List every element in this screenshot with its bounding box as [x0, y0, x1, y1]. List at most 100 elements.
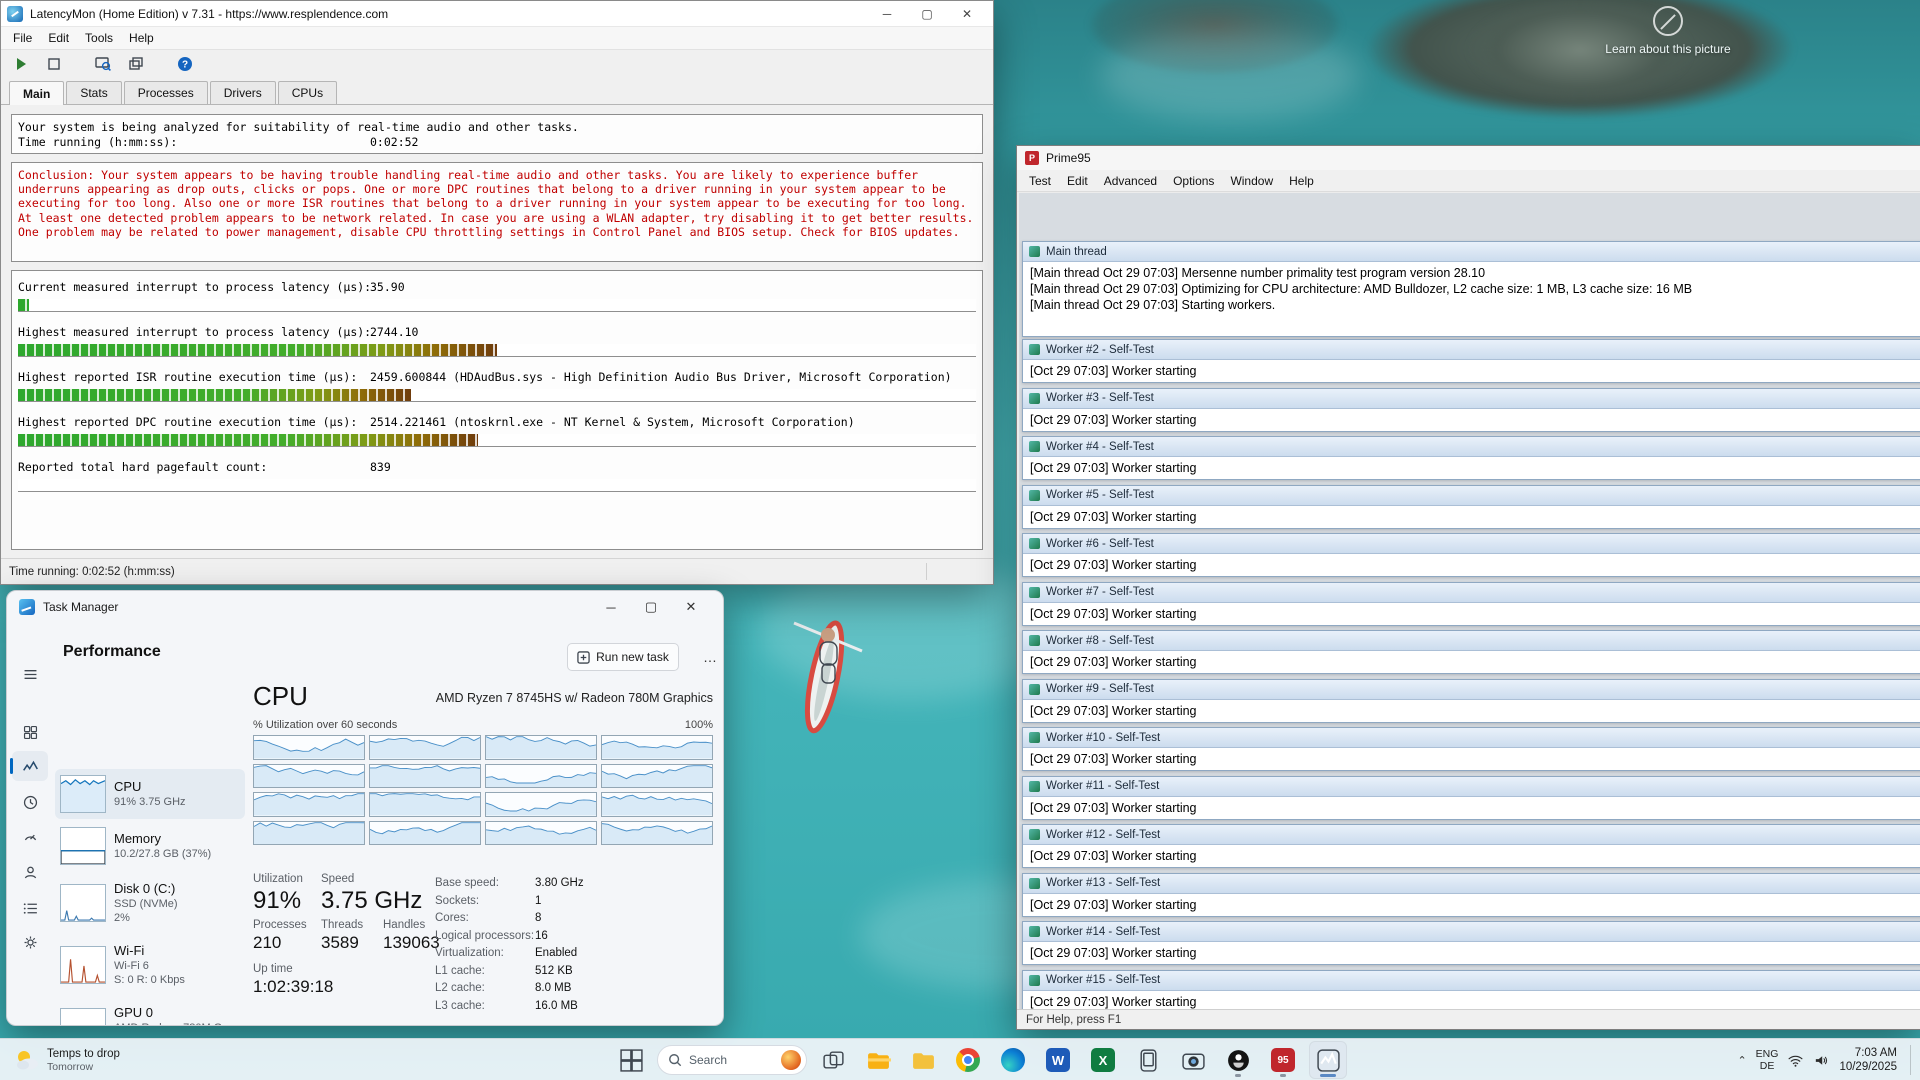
taskbar-app-camera[interactable] — [1174, 1041, 1212, 1079]
run-new-task-button[interactable]: Run new task — [567, 643, 679, 671]
child-titlebar[interactable]: Worker #14 - Self-Test — [1023, 922, 1920, 942]
sidebar-item-details[interactable] — [12, 893, 48, 923]
prime95-worker-window[interactable]: Worker #11 - Self-Test[Oct 29 07:03] Wor… — [1022, 776, 1920, 820]
menu-item-advanced[interactable]: Advanced — [1096, 171, 1165, 191]
copy-report-icon[interactable] — [126, 55, 146, 73]
sidebar-item-performance[interactable] — [12, 751, 48, 781]
menu-item-file[interactable]: File — [5, 28, 40, 48]
minimize-button[interactable]: ─ — [591, 591, 631, 623]
child-titlebar[interactable]: Worker #8 - Self-Test — [1023, 631, 1920, 651]
language-indicator[interactable]: ENG DE — [1756, 1048, 1779, 1072]
menu-item-test[interactable]: Test — [1021, 171, 1059, 191]
volume-icon[interactable] — [1813, 1052, 1830, 1069]
taskbar-app-word[interactable]: W — [1039, 1041, 1077, 1079]
analyze-icon[interactable] — [93, 55, 113, 73]
prime95-worker-window[interactable]: Worker #8 - Self-Test[Oct 29 07:03] Work… — [1022, 630, 1920, 674]
maximize-button[interactable]: ▢ — [907, 1, 947, 26]
child-titlebar[interactable]: Worker #10 - Self-Test — [1023, 728, 1920, 748]
prime95-worker-window[interactable]: Worker #4 - Self-Test[Oct 29 07:03] Work… — [1022, 436, 1920, 480]
tab-drivers[interactable]: Drivers — [210, 81, 276, 104]
prime95-worker-window[interactable]: Worker #6 - Self-Test[Oct 29 07:03] Work… — [1022, 533, 1920, 577]
latencymon-titlebar[interactable]: LatencyMon (Home Edition) v 7.31 - https… — [1, 1, 993, 27]
menu-item-edit[interactable]: Edit — [1059, 171, 1096, 191]
sidebar-item-app-history[interactable] — [12, 787, 48, 817]
child-titlebar[interactable]: Worker #12 - Self-Test — [1023, 825, 1920, 845]
search-box[interactable]: Search — [657, 1045, 807, 1075]
child-titlebar[interactable]: Worker #4 - Self-Test — [1023, 437, 1920, 457]
taskbar-app-obs-studio[interactable] — [1219, 1041, 1257, 1079]
menu-item-window[interactable]: Window — [1222, 171, 1281, 191]
prime95-worker-window[interactable]: Worker #15 - Self-Test[Oct 29 07:03] Wor… — [1022, 970, 1920, 1014]
clock[interactable]: 7:03 AM 10/29/2025 — [1839, 1046, 1897, 1074]
wifi-icon[interactable] — [1787, 1052, 1804, 1069]
taskbar-app-edge[interactable] — [994, 1041, 1032, 1079]
sidebar-item-services[interactable] — [12, 927, 48, 957]
prime95-worker-window[interactable]: Worker #9 - Self-Test[Oct 29 07:03] Work… — [1022, 679, 1920, 723]
sidebar-item-startup-apps[interactable] — [12, 821, 48, 851]
child-titlebar[interactable]: Worker #2 - Self-Test — [1023, 340, 1920, 360]
start-button[interactable] — [612, 1041, 650, 1079]
child-titlebar[interactable]: Worker #13 - Self-Test — [1023, 874, 1920, 894]
menu-item-tools[interactable]: Tools — [77, 28, 121, 48]
play-icon[interactable] — [11, 55, 31, 73]
perf-item-memory[interactable]: Memory10.2/27.8 GB (37%) — [55, 821, 245, 871]
prime95-worker-window[interactable]: Worker #10 - Self-Test[Oct 29 07:03] Wor… — [1022, 727, 1920, 771]
spotlight-label[interactable]: Learn about this picture — [1600, 42, 1736, 57]
close-button[interactable]: ✕ — [671, 591, 711, 623]
child-titlebar[interactable]: Worker #15 - Self-Test — [1023, 971, 1920, 991]
prime95-worker-window[interactable]: Worker #12 - Self-Test[Oct 29 07:03] Wor… — [1022, 824, 1920, 868]
prime95-worker-window[interactable]: Worker #7 - Self-Test[Oct 29 07:03] Work… — [1022, 582, 1920, 626]
weather-widget[interactable]: Temps to drop Tomorrow — [6, 1042, 128, 1078]
perf-item-gpu-0[interactable]: GPU 0AMD Radeon 780M Gr...1% (62 °C) — [55, 997, 245, 1026]
taskbar-app-prime95[interactable]: 95 — [1264, 1041, 1302, 1079]
child-titlebar[interactable]: Worker #9 - Self-Test — [1023, 680, 1920, 700]
tab-processes[interactable]: Processes — [124, 81, 208, 104]
child-titlebar[interactable]: Worker #3 - Self-Test — [1023, 389, 1920, 409]
tray-overflow-chevron[interactable]: ⌃ — [1737, 1054, 1746, 1067]
prime95-worker-window[interactable]: Worker #3 - Self-Test[Oct 29 07:03] Work… — [1022, 388, 1920, 432]
perf-item-cpu[interactable]: CPU91% 3.75 GHz — [55, 769, 245, 819]
tab-stats[interactable]: Stats — [66, 81, 121, 104]
worker-window-icon — [1029, 538, 1040, 549]
prime95-worker-window[interactable]: Worker #5 - Self-Test[Oct 29 07:03] Work… — [1022, 485, 1920, 529]
menu-item-help[interactable]: Help — [121, 28, 162, 48]
taskbar-app-file-explorer[interactable] — [859, 1041, 897, 1079]
taskbar-app-phone-link[interactable] — [1129, 1041, 1167, 1079]
taskbar-app-excel[interactable]: X — [1084, 1041, 1122, 1079]
prime95-worker-window[interactable]: Worker #13 - Self-Test[Oct 29 07:03] Wor… — [1022, 873, 1920, 917]
prime95-main-thread-window[interactable]: Main thread[Main thread Oct 29 07:03] Me… — [1022, 241, 1920, 337]
close-button[interactable]: ✕ — [947, 1, 987, 26]
tab-main[interactable]: Main — [9, 81, 64, 105]
taskbar-app-chrome[interactable] — [949, 1041, 987, 1079]
tab-cpus[interactable]: CPUs — [278, 81, 337, 104]
spotlight-icon[interactable] — [1653, 6, 1683, 36]
tm-titlebar[interactable]: Task Manager ─ ▢ ✕ — [7, 591, 723, 623]
child-titlebar[interactable]: Worker #5 - Self-Test — [1023, 486, 1920, 506]
menu-item-help[interactable]: Help — [1281, 171, 1322, 191]
minimize-button[interactable]: ─ — [867, 1, 907, 26]
taskbar-app-task-view[interactable] — [814, 1041, 852, 1079]
perf-item-wi-fi[interactable]: Wi-FiWi-Fi 6S: 0 R: 0 Kbps — [55, 935, 245, 995]
prime95-worker-window[interactable]: Worker #2 - Self-Test[Oct 29 07:03] Work… — [1022, 339, 1920, 383]
child-titlebar[interactable]: Worker #6 - Self-Test — [1023, 534, 1920, 554]
stop-icon[interactable] — [44, 55, 64, 73]
child-titlebar[interactable]: Worker #11 - Self-Test — [1023, 777, 1920, 797]
child-titlebar[interactable]: Main thread — [1023, 242, 1920, 262]
more-options-button[interactable]: … — [699, 643, 721, 671]
show-desktop-button[interactable] — [1910, 1045, 1914, 1075]
maximize-button[interactable]: ▢ — [631, 591, 671, 623]
sidebar-item-users[interactable] — [12, 857, 48, 887]
sidebar-item-processes[interactable]: rect{fill:none;stroke:#3f4750;stroke-wid… — [12, 717, 48, 747]
taskbar-app-folder[interactable] — [904, 1041, 942, 1079]
menu-item-edit[interactable]: Edit — [40, 28, 77, 48]
spotlight-widget[interactable]: Learn about this picture — [1600, 6, 1736, 57]
child-titlebar[interactable]: Worker #7 - Self-Test — [1023, 583, 1920, 603]
help-icon[interactable]: ? — [175, 55, 195, 73]
sidebar-item-menu[interactable] — [12, 659, 48, 689]
taskbar-app-latencymon[interactable] — [1309, 1041, 1347, 1079]
menu-item-options[interactable]: Options — [1165, 171, 1222, 191]
prime95-worker-window[interactable]: Worker #14 - Self-Test[Oct 29 07:03] Wor… — [1022, 921, 1920, 965]
search-highlight-icon[interactable] — [781, 1050, 801, 1070]
perf-item-disk-0-c[interactable]: Disk 0 (C:)SSD (NVMe)2% — [55, 873, 245, 933]
prime95-titlebar[interactable]: P Prime95 — [1017, 146, 1920, 170]
